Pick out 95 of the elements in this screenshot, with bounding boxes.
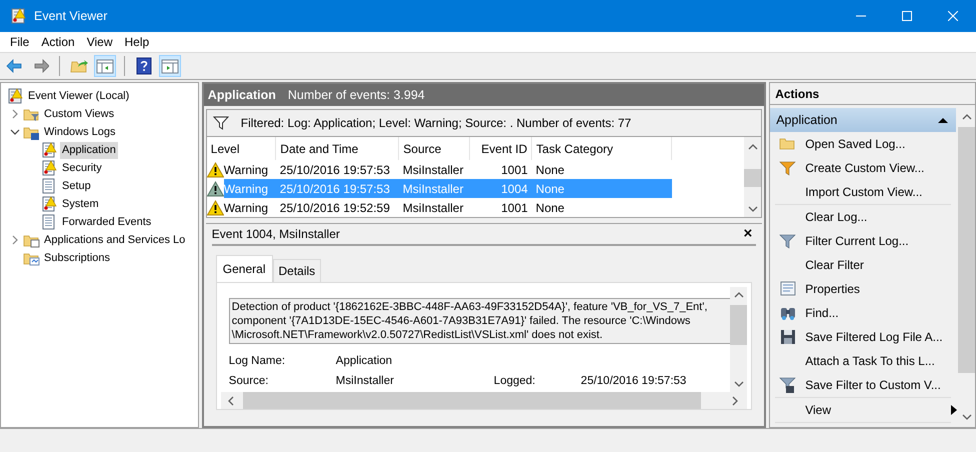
log-warning-icon <box>41 142 59 158</box>
filter-description: Filtered: Log: Application; Level: Warning; Source: . Number of events: 77 <box>240 115 632 132</box>
back-arrow-icon <box>5 57 23 75</box>
level-text: Warning <box>224 162 268 178</box>
pane-command[interactable]: Clear Filter <box>775 253 962 277</box>
tree-item[interactable]: Applications and Services Lo <box>42 232 188 248</box>
menu-item[interactable]: File <box>4 32 36 52</box>
pane-button[interactable] <box>159 55 181 77</box>
warning-icon <box>206 162 224 178</box>
vertical-scrollbar[interactable] <box>730 287 748 392</box>
field-value: 25/10/2016 19:57:53 <box>580 374 686 390</box>
scroll-down-icon[interactable] <box>962 413 972 421</box>
column-header[interactable]: Task Category <box>532 137 672 160</box>
event-count: Number of events: 3.994 <box>288 86 425 104</box>
scroll-thumb[interactable] <box>958 127 975 373</box>
app-icon <box>10 8 26 24</box>
tab[interactable]: General <box>216 255 272 282</box>
pane-command[interactable]: Clear Log... <box>775 205 962 229</box>
pane-command[interactable]: View <box>775 398 962 422</box>
log-title: Application <box>208 86 276 104</box>
filter-icon <box>212 116 229 130</box>
table-cell: 25/10/2016 19:57:53 <box>276 160 399 179</box>
pane-icon <box>96 57 114 75</box>
tree-item[interactable]: Windows Logs <box>42 124 118 140</box>
collapse-icon <box>938 117 948 123</box>
scroll-down-icon[interactable] <box>748 205 758 213</box>
funnel-icon <box>779 232 798 250</box>
field-label: Source: <box>228 374 270 390</box>
pane-command[interactable]: Import Custom View... <box>775 180 962 204</box>
pane-command[interactable]: Filter Current Log... <box>775 229 962 253</box>
menu-item[interactable]: Action <box>35 32 81 52</box>
funnel-icon <box>779 159 798 177</box>
pane-button[interactable] <box>94 55 116 77</box>
folder-arrow-icon <box>70 57 88 75</box>
window-title: Event Viewer <box>34 8 108 25</box>
table-cell: MsiInstaller <box>398 160 470 179</box>
scroll-left-icon[interactable] <box>226 396 235 406</box>
warning-icon <box>206 180 224 196</box>
tree-item[interactable]: Forwarded Events <box>60 214 154 230</box>
close-icon <box>948 11 958 21</box>
vertical-scrollbar[interactable] <box>744 137 762 217</box>
menu-item[interactable]: View <box>80 32 118 52</box>
column-header[interactable]: Level <box>206 137 276 160</box>
log-warning-icon <box>41 196 59 212</box>
table-cell: None <box>532 198 672 217</box>
field-label: Log Name: <box>228 354 286 370</box>
table-cell: MsiInstaller <box>398 179 470 198</box>
pane-command[interactable]: Save Filter to Custom V... <box>775 373 962 397</box>
funnel-icon <box>779 376 798 394</box>
level-text: Warning <box>224 200 268 216</box>
log-book-icon <box>7 88 25 104</box>
table-cell: None <box>532 179 672 198</box>
menu-item[interactable]: Help <box>118 32 156 52</box>
tree-item[interactable]: Setup <box>60 178 93 194</box>
tree-item[interactable]: Custom Views <box>42 106 116 122</box>
table-cell: 1001 <box>470 198 532 217</box>
table-cell: 1004 <box>470 179 532 198</box>
tree-item[interactable]: Security <box>60 160 104 176</box>
pane-command[interactable]: Attach a Task To this L... <box>775 349 962 373</box>
column-header[interactable]: Source <box>398 137 470 160</box>
detail-title: Event 1004, MsiInstaller <box>212 226 340 243</box>
pane-command[interactable]: Open Saved Log... <box>775 132 962 156</box>
pane-icon <box>161 57 179 75</box>
tree-item[interactable]: Subscriptions <box>42 250 112 266</box>
table-cell: 1001 <box>470 160 532 179</box>
properties-icon <box>779 280 798 298</box>
scroll-right-icon[interactable] <box>731 396 740 406</box>
column-header[interactable]: Date and Time <box>276 137 399 160</box>
scroll-down-icon[interactable] <box>734 380 744 388</box>
tree-item[interactable]: Application <box>60 142 118 158</box>
scroll-up-icon[interactable] <box>734 291 744 299</box>
table-cell: MsiInstaller <box>398 198 470 217</box>
tab[interactable]: Details <box>272 259 322 282</box>
field-label: Logged: <box>494 374 536 390</box>
section-header[interactable]: Application <box>770 108 956 132</box>
event-message: Detection of product '{1862162E-3BBC-448F-AA63-49F33152D54A}', feature 'VB_for_VS_7_Ent', component '{7A1D13DE-15EC-4546-A601-7A93B31E7A91}' failed. The resource 'C:\Windows \Microsoft.NET\Framework\v2.0.50727\RedistList\VSList.xml' does not exist. <box>228 298 730 344</box>
log-warning-icon <box>41 160 59 176</box>
scroll-up-icon[interactable] <box>748 143 758 151</box>
column-header[interactable]: Event ID <box>470 137 532 160</box>
tree-item[interactable]: Event Viewer (Local) <box>26 88 132 104</box>
table-cell: 25/10/2016 19:57:53 <box>276 179 399 198</box>
field-value: MsiInstaller <box>336 374 395 390</box>
close-button[interactable]: × <box>739 226 756 242</box>
pane-command[interactable]: Create Custom View... <box>775 156 962 180</box>
table-cell: 25/10/2016 19:52:59 <box>276 198 399 217</box>
table-cell: None <box>532 160 672 179</box>
scroll-thumb[interactable] <box>730 305 748 345</box>
scroll-thumb[interactable] <box>744 169 762 187</box>
scroll-up-icon[interactable] <box>962 113 972 121</box>
field-value: Application <box>336 354 394 370</box>
maximize-icon <box>902 11 912 21</box>
help-icon <box>135 57 153 75</box>
level-text: Warning <box>224 180 268 198</box>
warning-icon <box>206 200 224 216</box>
tree-item[interactable]: System <box>60 196 101 212</box>
